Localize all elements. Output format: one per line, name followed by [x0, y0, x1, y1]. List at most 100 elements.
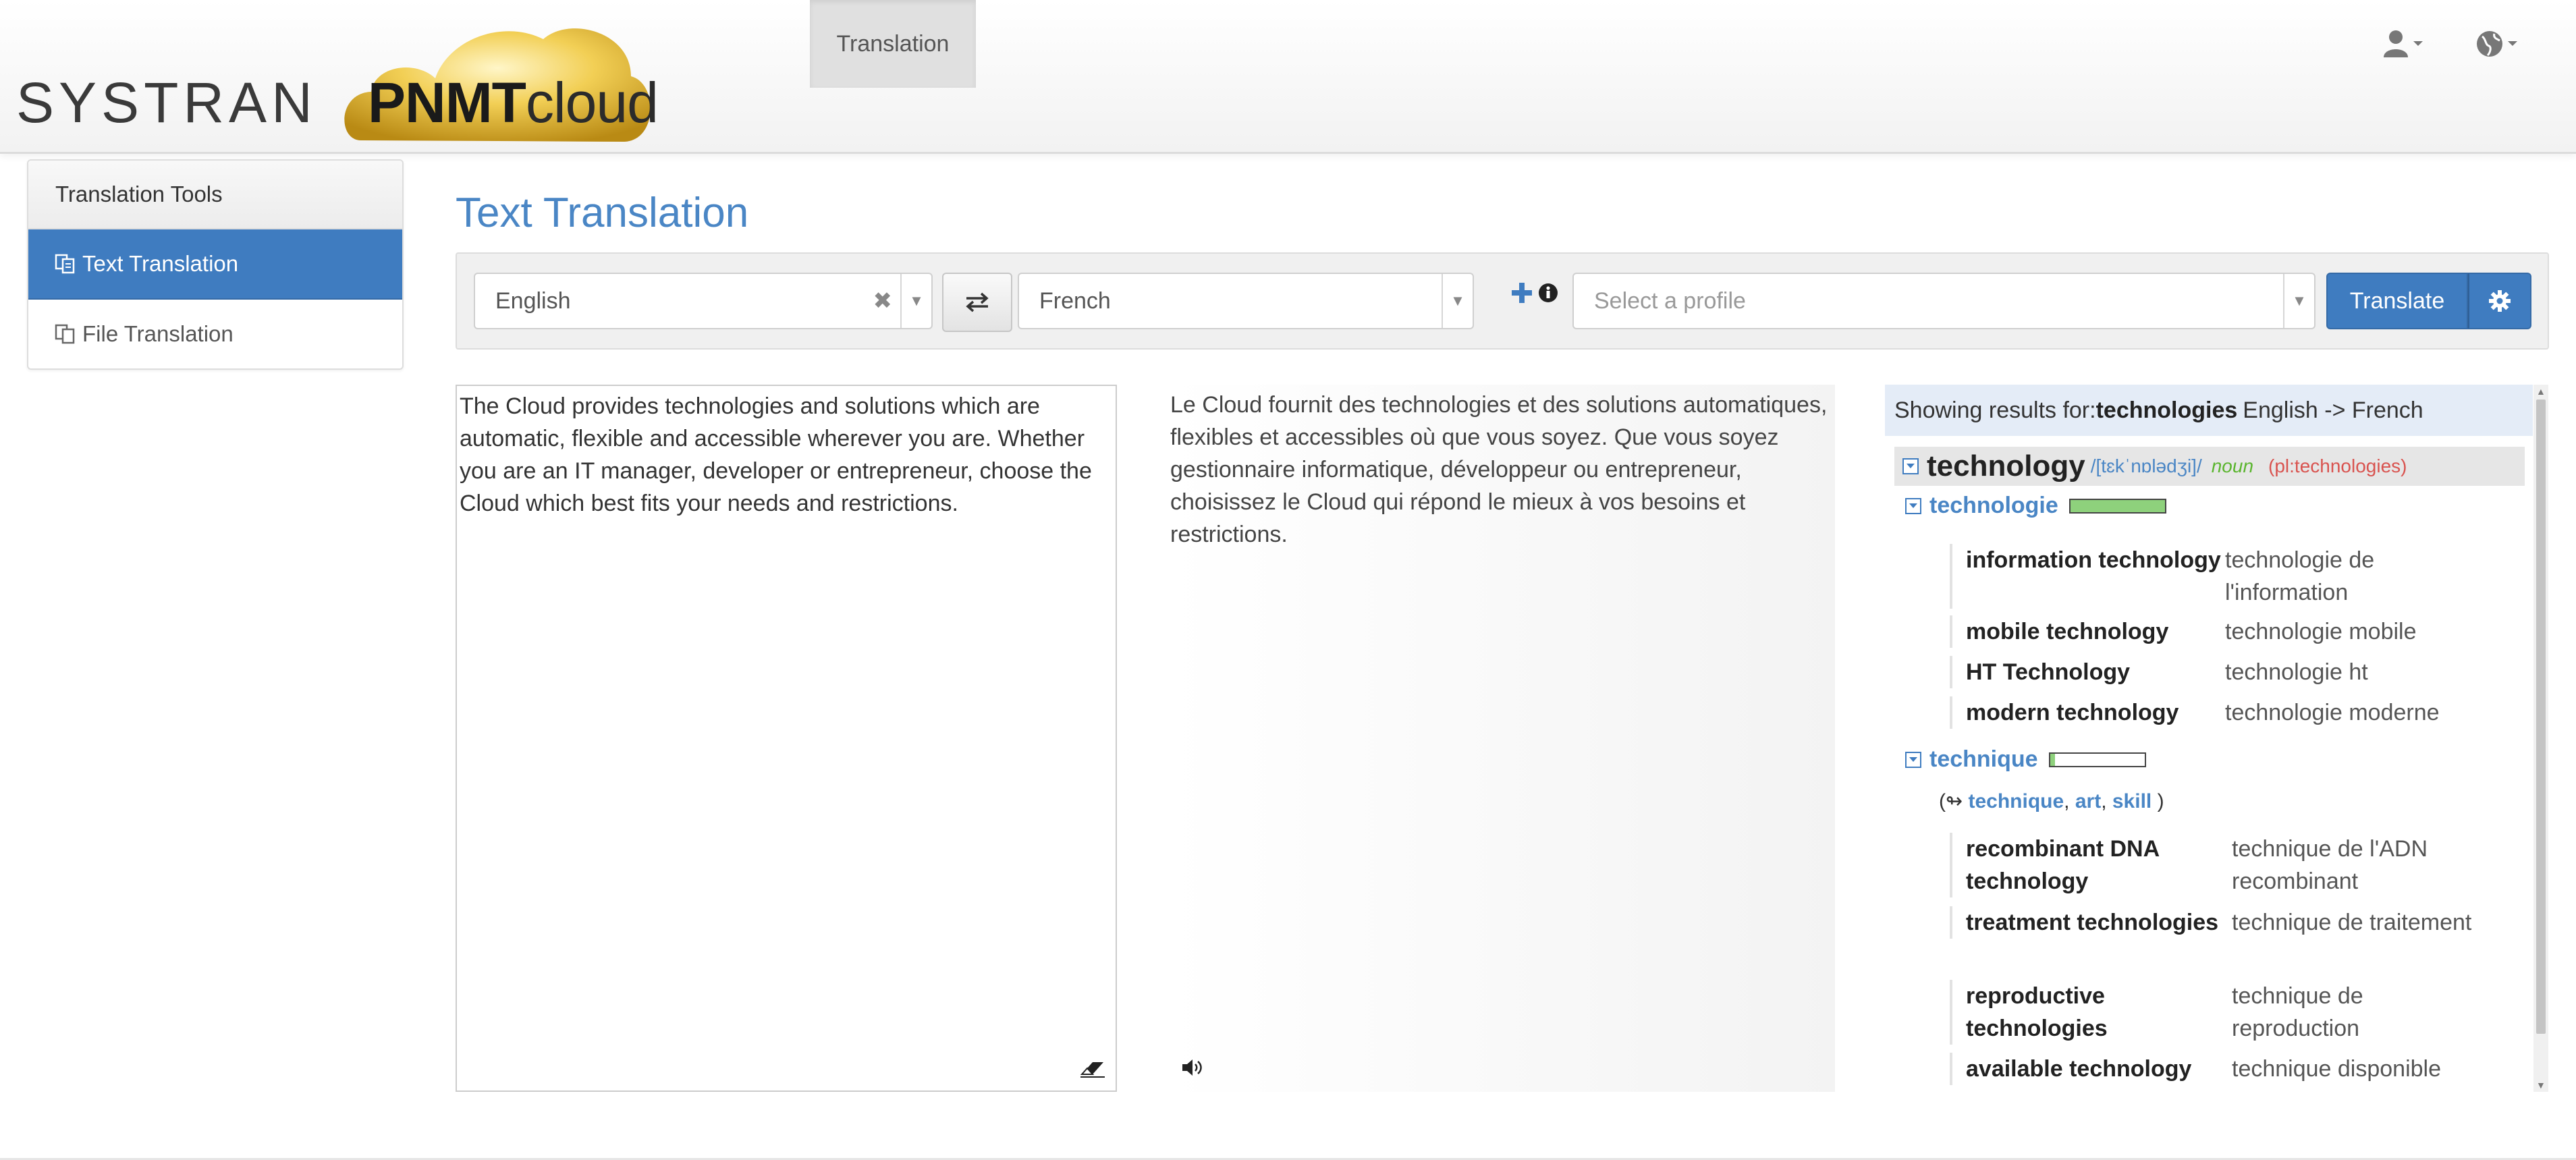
synonym-open-paren: (: [1939, 790, 1946, 812]
source-language-value: English: [495, 287, 571, 314]
gear-icon: [2489, 290, 2511, 312]
results-prefix: Showing results for:: [1894, 397, 2096, 423]
user-icon: [2384, 30, 2408, 57]
entry-plural: (pl:technologies): [2268, 455, 2407, 476]
source-text-area[interactable]: The Cloud provides technologies and solu…: [456, 385, 1117, 1092]
example-source: mobile technology: [1966, 619, 2169, 644]
file-translate-icon: [55, 324, 75, 344]
sense-word[interactable]: technologie: [1929, 493, 2058, 519]
example-row: available technology technique disponibl…: [1950, 1053, 2506, 1085]
target-language-select[interactable]: French ▼: [1018, 273, 1474, 329]
collapse-icon[interactable]: [1905, 497, 1921, 514]
systran-pnmtcloud-logo[interactable]: SYSTRAN PNMTcloud: [0, 0, 675, 152]
sense-word[interactable]: technique: [1929, 746, 2038, 773]
synonym-link[interactable]: art: [2075, 790, 2101, 812]
dictionary-header: Showing results for: technologies Englis…: [1885, 385, 2533, 436]
synonym-link[interactable]: technique: [1968, 790, 2064, 812]
sidebar-title: Translation Tools: [28, 161, 402, 229]
sense-technique: technique: [1905, 746, 2146, 773]
synonym-arrow-icon: ↬: [1946, 790, 1963, 812]
example-target: technologie mobile: [2225, 619, 2417, 644]
example-source: recombinant DNA technology: [1966, 836, 2159, 894]
dictionary-scrollbar[interactable]: ▲ ▼: [2533, 385, 2548, 1092]
dictionary-entry-header: technology /[tɛkˈnɒlədʒi]/ noun (pl:tech…: [1894, 447, 2525, 486]
example-source: information technology: [1966, 547, 2221, 573]
user-menu[interactable]: [2382, 26, 2424, 62]
entry-part-of-speech: noun: [2211, 455, 2254, 476]
example-row: modern technology technologie moderne: [1950, 696, 2506, 729]
example-row: information technology technologie de l'…: [1950, 544, 2506, 609]
source-language-select[interactable]: English ✖ ▼: [474, 273, 933, 329]
frequency-bar-fill: [2050, 753, 2055, 766]
sidebar-item-label: File Translation: [82, 321, 234, 346]
globe-icon: [2477, 31, 2502, 57]
target-text-area: Le Cloud fournit des technologies et des…: [1170, 385, 1835, 1092]
plus-icon[interactable]: [1510, 281, 1534, 305]
sidebar-item-label: Text Translation: [82, 251, 239, 276]
frequency-bar: [2068, 498, 2166, 514]
logo-pnmtcloud-text: PNMTcloud: [368, 71, 659, 134]
collapse-icon[interactable]: [1905, 751, 1921, 768]
example-row: HT Technology technologie ht: [1950, 656, 2506, 688]
example-target: technique de reproduction: [2232, 983, 2363, 1041]
caret-down-icon: [2413, 41, 2423, 46]
clear-icon[interactable]: ✖: [873, 274, 893, 328]
eraser-icon[interactable]: [1079, 1059, 1106, 1078]
text-translate-icon: [55, 254, 75, 274]
profile-placeholder: Select a profile: [1594, 287, 1746, 314]
logo-systran-text: SYSTRAN: [16, 71, 317, 134]
example-row: reproductive technologies technique de r…: [1950, 980, 2506, 1045]
source-text: The Cloud provides technologies and solu…: [460, 393, 1092, 516]
example-target: technique de l'ADN recombinant: [2232, 836, 2428, 894]
frequency-bar-fill: [2070, 499, 2165, 512]
translate-button[interactable]: Translate: [2326, 273, 2468, 329]
example-target: technologie de l'information: [2225, 547, 2375, 605]
example-source: reproductive technologies: [1966, 983, 2108, 1041]
collapse-icon[interactable]: [1902, 458, 1919, 474]
settings-button[interactable]: [2468, 273, 2531, 329]
chevron-down-icon[interactable]: ▼: [1442, 274, 1473, 328]
top-navbar: SYSTRAN PNMTcloud Translation: [0, 0, 2576, 154]
swap-icon: [966, 292, 989, 312]
profile-select[interactable]: Select a profile ▼: [1572, 273, 2315, 329]
caret-down-icon: [2508, 41, 2517, 46]
scrollbar-thumb[interactable]: [2536, 399, 2546, 1034]
sense-technologie: technologie: [1905, 493, 2166, 519]
example-row: mobile technology technologie mobile: [1950, 615, 2506, 648]
example-target: technique disponible: [2232, 1056, 2442, 1082]
example-source: modern technology: [1966, 700, 2179, 725]
example-source: treatment technologies: [1966, 910, 2219, 935]
chevron-down-icon[interactable]: ▼: [900, 274, 931, 328]
speaker-icon[interactable]: [1181, 1058, 1204, 1077]
example-target: technologie moderne: [2225, 700, 2440, 725]
swap-languages-button[interactable]: [942, 273, 1012, 332]
scroll-up-icon[interactable]: ▲: [2536, 386, 2546, 397]
frequency-bar: [2048, 752, 2146, 767]
results-word: technologies: [2095, 397, 2238, 423]
nav-tab-translation[interactable]: Translation: [810, 0, 976, 88]
example-target: technologie ht: [2225, 659, 2368, 685]
entry-phonetic: /[tɛkˈnɒlədʒi]/: [2090, 455, 2202, 476]
synonym-list: (↬ technique, art, skill ): [1939, 790, 2164, 812]
example-source: HT Technology: [1966, 659, 2131, 685]
translation-toolbar: English ✖ ▼ French ▼ Select a profile ▼ …: [456, 252, 2549, 350]
add-profile-controls: [1510, 281, 1558, 305]
scroll-down-icon[interactable]: ▼: [2536, 1080, 2546, 1090]
example-row: treatment technologies technique de trai…: [1950, 906, 2506, 939]
chevron-down-icon[interactable]: ▼: [2283, 274, 2314, 328]
target-language-value: French: [1039, 287, 1111, 314]
language-menu[interactable]: [2475, 26, 2519, 62]
synonym-close-paren: ): [2157, 790, 2164, 812]
sidebar-item-file-translation[interactable]: File Translation: [28, 300, 402, 368]
info-icon[interactable]: [1538, 283, 1558, 303]
results-direction: English -> French: [2243, 397, 2423, 423]
synonym-link[interactable]: skill: [2112, 790, 2152, 812]
example-source: available technology: [1966, 1056, 2192, 1082]
example-target: technique de traitement: [2232, 910, 2472, 935]
sidebar-item-text-translation[interactable]: Text Translation: [28, 229, 402, 300]
sidebar: Translation Tools Text Translation File …: [27, 159, 404, 370]
example-row: recombinant DNA technology technique de …: [1950, 833, 2506, 897]
page-title: Text Translation: [456, 190, 749, 236]
dictionary-panel: Showing results for: technologies Englis…: [1885, 385, 2548, 1092]
entry-word: technology: [1927, 449, 2085, 482]
